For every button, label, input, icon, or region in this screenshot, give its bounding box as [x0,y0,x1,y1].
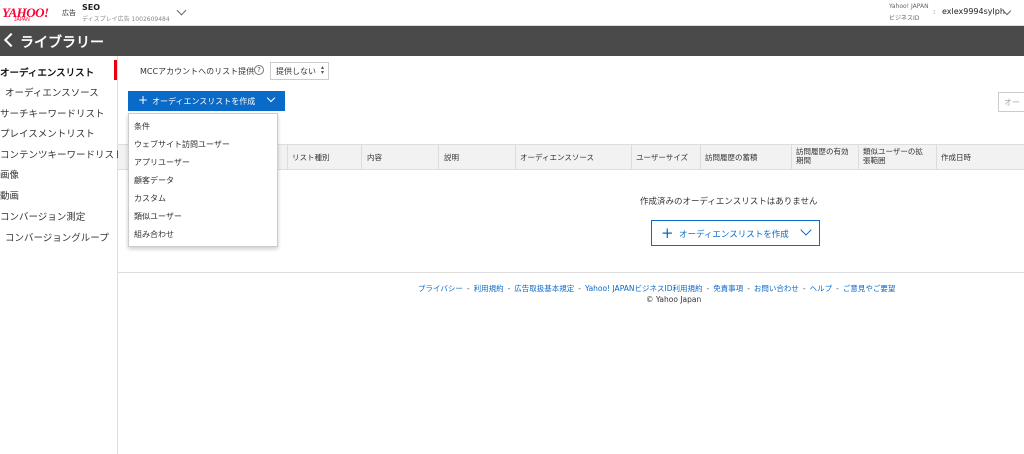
sidebar: オーディエンスリスト オーディエンスソース サーチキーワードリスト プレイスメン… [0,56,124,454]
column-audience-source[interactable]: オーディエンスソース [520,153,594,162]
menu-item-customer-data[interactable]: 顧客データ [134,175,174,186]
footer-link-contact[interactable]: お問い合わせ [754,284,799,293]
column-divider [700,145,701,169]
search-input[interactable]: オー [998,92,1024,112]
column-list-type[interactable]: リスト種別 [292,153,330,162]
column-divider [631,145,632,169]
footer-link-terms[interactable]: 利用規約 [474,284,504,293]
footer-link-disclaimer[interactable]: 免責事項 [713,284,743,293]
footer-link-help[interactable]: ヘルプ [810,284,833,293]
sidebar-item-conversion-group[interactable]: コンバージョングループ [5,230,109,244]
sidebar-item-audience-source[interactable]: オーディエンスソース [5,85,99,99]
column-content[interactable]: 内容 [367,153,382,162]
account-id[interactable]: ディスプレイ広告 1002609484 [82,14,170,23]
column-divider [858,145,859,169]
page-title: ライブラリー [20,35,104,51]
chevron-down-icon [266,93,276,103]
empty-create-label: オーディエンスリストを作成 [679,230,789,240]
footer-separator: - [802,284,806,293]
create-type-dropdown-menu: 条件 ウェブサイト訪問ユーザー アプリユーザー 顧客データ カスタム 類似ユーザ… [128,113,278,247]
help-icon[interactable]: ? [254,65,264,75]
sidebar-item-placement-list[interactable]: プレイスメントリスト [0,126,95,140]
copyright: © Yahoo Japan [646,295,702,304]
table-bottom-divider [118,272,1024,273]
footer-separator: - [507,284,511,293]
empty-create-audience-list-button[interactable]: + オーディエンスリストを作成 [651,220,820,246]
footer-link-feedback[interactable]: ご意見やご要望 [843,284,896,293]
column-divider [936,145,937,169]
create-audience-list-button[interactable]: + オーディエンスリストを作成 [128,91,285,111]
column-divider [361,145,362,169]
column-visit-history-accumulation[interactable]: 訪問履歴の蓄積 [705,153,758,162]
empty-state-message: 作成済みのオーディエンスリストはありません [640,197,818,207]
column-divider [791,145,792,169]
search-placeholder: オー [1004,98,1020,107]
yahoo-logo-sub: JAPAN [14,17,30,23]
sidebar-item-conversion-measurement[interactable]: コンバージョン測定 [0,209,85,223]
footer-separator: - [706,284,710,293]
back-arrow-icon[interactable] [3,32,19,48]
sidebar-item-images[interactable]: 画像 [0,167,19,181]
sidebar-item-videos[interactable]: 動画 [0,188,19,202]
column-visit-history-period[interactable]: 訪問履歴の有効期間 [796,147,854,165]
mcc-provision-value: 提供しない [276,67,316,76]
menu-item-custom[interactable]: カスタム [134,193,166,204]
footer-link-privacy[interactable]: プライバシー [418,284,463,293]
plus-icon: + [661,224,674,242]
account-name[interactable]: SEO [82,3,100,12]
menu-item-website-visitors[interactable]: ウェブサイト訪問ユーザー [134,139,230,150]
business-id-label-1: Yahoo! JAPAN [889,3,929,10]
mcc-provision-label: MCCアカウントへのリスト提供 [140,67,255,76]
account-chevron-down-icon[interactable] [176,5,187,16]
user-menu[interactable]: exlex9994sylph [942,7,1005,16]
top-bar: YAHOO! JAPAN 広告 SEO ディスプレイ広告 1002609484 … [0,0,1024,26]
sidebar-item-content-keyword-list[interactable]: コンテンツキーワードリスト [0,147,124,161]
business-id-label-2: ビジネスID [889,15,920,22]
column-divider [515,145,516,169]
footer-separator: - [578,284,582,293]
menu-item-condition[interactable]: 条件 [134,121,150,132]
footer-separator: - [836,284,839,293]
menu-item-app-users[interactable]: アプリユーザー [134,157,190,168]
column-created-date[interactable]: 作成日時 [941,153,971,162]
column-divider [438,145,439,169]
footer-link-ad-policy[interactable]: 広告取扱基本規定 [514,284,574,293]
column-similar-user-range[interactable]: 類似ユーザーの拡張範囲 [863,147,929,165]
logo-ad-label: 広告 [62,9,76,17]
footer-separator: - [747,284,750,293]
column-user-size[interactable]: ユーザーサイズ [636,153,688,162]
sidebar-item-search-keyword-list[interactable]: サーチキーワードリスト [0,106,105,120]
sidebar-item-audience-list[interactable]: オーディエンスリスト [0,65,94,79]
business-id-colon: : [933,8,936,16]
footer-links: プライバシー - 利用規約 - 広告取扱基本規定 - Yahoo! JAPANビジネスID利… [418,283,895,294]
plus-icon: + [138,93,149,107]
column-divider [287,145,288,169]
title-bar: ライブラリー [0,26,1024,56]
menu-item-combination[interactable]: 組み合わせ [134,229,174,240]
menu-item-similar-users[interactable]: 類似ユーザー [134,211,182,222]
footer-link-business-id-terms[interactable]: Yahoo! JAPANビジネスID利用規約 [585,284,702,293]
select-updown-icon[interactable]: ▴ ▾ [321,65,324,76]
column-description[interactable]: 説明 [444,153,459,162]
sidebar-active-marker [114,60,117,80]
chevron-down-icon [800,224,812,236]
footer-separator: - [466,284,470,293]
create-audience-list-label: オーディエンスリストを作成 [152,97,256,106]
